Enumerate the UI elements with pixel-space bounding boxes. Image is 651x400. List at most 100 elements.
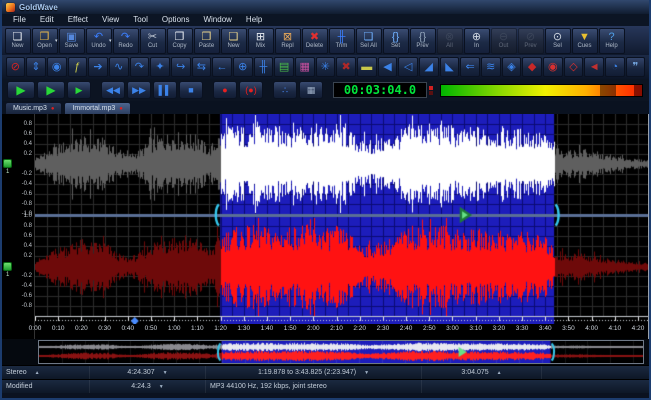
menu-item[interactable]: Window bbox=[196, 14, 238, 26]
toolbar-button[interactable]: ⊞ Mix bbox=[247, 27, 274, 54]
effect-button[interactable]: ≋ bbox=[480, 57, 501, 77]
effect-button[interactable]: ◈ bbox=[501, 57, 522, 77]
effect-button[interactable]: ◔ bbox=[604, 57, 625, 77]
status-cell[interactable]: Stereo ▲ bbox=[2, 366, 90, 379]
effect-button[interactable]: ╫ bbox=[253, 57, 274, 77]
document-tab[interactable]: Immortal.mp3 ● bbox=[64, 102, 131, 114]
effect-button[interactable]: ⇐ bbox=[460, 57, 480, 77]
toolbar-button[interactable]: ✖ Delete bbox=[301, 27, 328, 54]
window-title: GoldWave bbox=[19, 2, 58, 12]
transport-button[interactable]: (●) bbox=[239, 81, 263, 99]
transport-button[interactable]: ■ bbox=[179, 81, 203, 99]
transport-button[interactable]: ∴ bbox=[273, 81, 297, 99]
toolbar-button[interactable]: {} Set bbox=[382, 27, 409, 54]
toolbar-button[interactable]: ❏ New bbox=[4, 27, 31, 54]
status-cell[interactable]: MP3 44100 Hz, 192 kbps, joint stereo bbox=[206, 380, 422, 393]
toolbar-button[interactable]: ❐ Copy bbox=[166, 27, 193, 54]
effect-button[interactable]: ↷ bbox=[129, 57, 150, 77]
menu-item[interactable]: View bbox=[95, 14, 126, 26]
effect-button[interactable]: ❞ bbox=[625, 57, 646, 77]
effect-button[interactable]: ◉ bbox=[542, 57, 563, 77]
toolbar-button[interactable]: ▼ Cues bbox=[571, 27, 598, 54]
effect-button[interactable]: ◄ bbox=[584, 57, 604, 77]
toolbar-button[interactable]: ↷ Redo bbox=[112, 27, 139, 54]
toolbar-button[interactable]: ❏ New bbox=[220, 27, 247, 54]
transport-button[interactable]: ▶ bbox=[67, 81, 91, 99]
waveform-plot[interactable]: 0:00 0:10 0:20 0:30 0:40 0:50 1:00 1:10 1:20 1:30… bbox=[29, 114, 649, 339]
toolbar-button[interactable]: ✂ Cut bbox=[139, 27, 166, 54]
effect-button[interactable]: ⊘ bbox=[5, 57, 26, 77]
status-value: 4:24.3 bbox=[131, 383, 151, 390]
time-axis-label: 2:40 bbox=[399, 325, 413, 332]
menu-item[interactable]: Effect bbox=[61, 14, 95, 26]
transport-button[interactable]: ● bbox=[213, 81, 237, 99]
transport-button[interactable]: ▶▶ bbox=[127, 81, 151, 99]
menu-item[interactable]: Edit bbox=[33, 14, 61, 26]
transport-button[interactable]: ▌▌ bbox=[153, 81, 177, 99]
effect-button[interactable]: ← bbox=[212, 57, 232, 77]
effect-button[interactable]: ✖ bbox=[336, 57, 356, 77]
transport-button[interactable]: ▦ bbox=[299, 81, 323, 99]
toolbar-button[interactable]: ╫ Trim bbox=[328, 27, 355, 54]
toolbar-button[interactable]: ❒ Paste bbox=[193, 27, 220, 54]
effect-button[interactable]: ◀ bbox=[377, 57, 398, 77]
transport-button[interactable]: ▶ bbox=[37, 81, 65, 99]
title-bar[interactable]: GoldWave bbox=[2, 0, 649, 14]
toolbar-button[interactable]: ⊠ Repl bbox=[274, 27, 301, 54]
effect-button[interactable]: ✦ bbox=[150, 57, 170, 77]
toolbar-button-icon: ? bbox=[608, 30, 615, 43]
dropdown-caret-icon[interactable]: ▾ bbox=[109, 38, 112, 44]
document-tab[interactable]: Music.mp3 ● bbox=[5, 102, 63, 114]
menu-item[interactable]: Tool bbox=[126, 14, 155, 26]
menu-item[interactable]: File bbox=[6, 14, 33, 26]
toolbar-button[interactable]: ❒ Open ▾ bbox=[31, 27, 58, 54]
toolbar-button[interactable]: ▣ Save bbox=[58, 27, 85, 54]
status-dropdown-icon[interactable]: ▲ bbox=[497, 370, 502, 376]
effect-button[interactable]: ◇ bbox=[563, 57, 584, 77]
overview-canvas[interactable] bbox=[39, 341, 643, 363]
effect-button[interactable]: ▬ bbox=[356, 57, 377, 77]
effect-button[interactable]: ◢ bbox=[418, 57, 439, 77]
status-dropdown-icon[interactable]: ▼ bbox=[364, 370, 369, 376]
menu-item[interactable]: Options bbox=[155, 14, 197, 26]
status-cell[interactable]: 3:04.075 ▲ bbox=[422, 366, 542, 379]
status-cell[interactable]: 4:24.3 ▼ bbox=[90, 380, 206, 393]
effect-button[interactable]: ➔ bbox=[88, 57, 108, 77]
effect-button[interactable]: ∿ bbox=[108, 57, 129, 77]
status-dropdown-icon[interactable]: ▼ bbox=[159, 384, 164, 390]
effect-button[interactable]: ◆ bbox=[522, 57, 542, 77]
transport-button[interactable]: ▶ bbox=[7, 81, 35, 99]
effect-button[interactable]: ◁ bbox=[398, 57, 418, 77]
effect-button[interactable]: ◣ bbox=[439, 57, 460, 77]
effect-button[interactable]: ⇆ bbox=[191, 57, 212, 77]
waveform-canvas[interactable] bbox=[35, 114, 648, 324]
toolbar-button[interactable]: ⊗ All bbox=[436, 27, 463, 54]
toolbar-button[interactable]: ⊘ Prev bbox=[517, 27, 544, 54]
status-dropdown-icon[interactable]: ▼ bbox=[163, 370, 168, 376]
effect-button[interactable]: ⊕ bbox=[232, 57, 253, 77]
effect-button[interactable]: ↪ bbox=[170, 57, 191, 77]
status-cell[interactable]: 4:24.307 ▼ bbox=[90, 366, 206, 379]
effect-button[interactable]: ƒ bbox=[67, 57, 88, 77]
effect-button[interactable]: ▦ bbox=[294, 57, 315, 77]
menu-item[interactable]: Help bbox=[239, 14, 269, 26]
status-cell[interactable]: 1:19.878 to 3:43.825 (2:23.947) ▼ bbox=[206, 366, 422, 379]
effect-button[interactable]: ⇕ bbox=[26, 57, 46, 77]
toolbar-button[interactable]: ⊖ Out bbox=[490, 27, 517, 54]
channel-cue-marker[interactable]: 1 bbox=[3, 262, 12, 278]
effect-button[interactable]: ✳ bbox=[315, 57, 336, 77]
channel-cue-marker[interactable]: 1 bbox=[3, 159, 12, 175]
toolbar-button[interactable]: ⊕ In bbox=[463, 27, 490, 54]
overview-strip[interactable] bbox=[38, 340, 644, 364]
toolbar-button[interactable]: ? Help bbox=[598, 27, 625, 54]
toolbar-button[interactable]: ❏ Sel All bbox=[355, 27, 382, 54]
status-cell[interactable]: Modified bbox=[2, 380, 90, 393]
effect-button[interactable]: ◉ bbox=[46, 57, 67, 77]
status-dropdown-icon[interactable]: ▲ bbox=[35, 370, 40, 376]
transport-button[interactable]: ◀◀ bbox=[101, 81, 125, 99]
toolbar-button[interactable]: ↶ Undo ▾ bbox=[85, 27, 112, 54]
effect-button[interactable]: ▤ bbox=[274, 57, 294, 77]
toolbar-button[interactable]: {} Prev bbox=[409, 27, 436, 54]
toolbar-button[interactable]: ⊙ Sel bbox=[544, 27, 571, 54]
dropdown-caret-icon[interactable]: ▾ bbox=[55, 38, 58, 44]
